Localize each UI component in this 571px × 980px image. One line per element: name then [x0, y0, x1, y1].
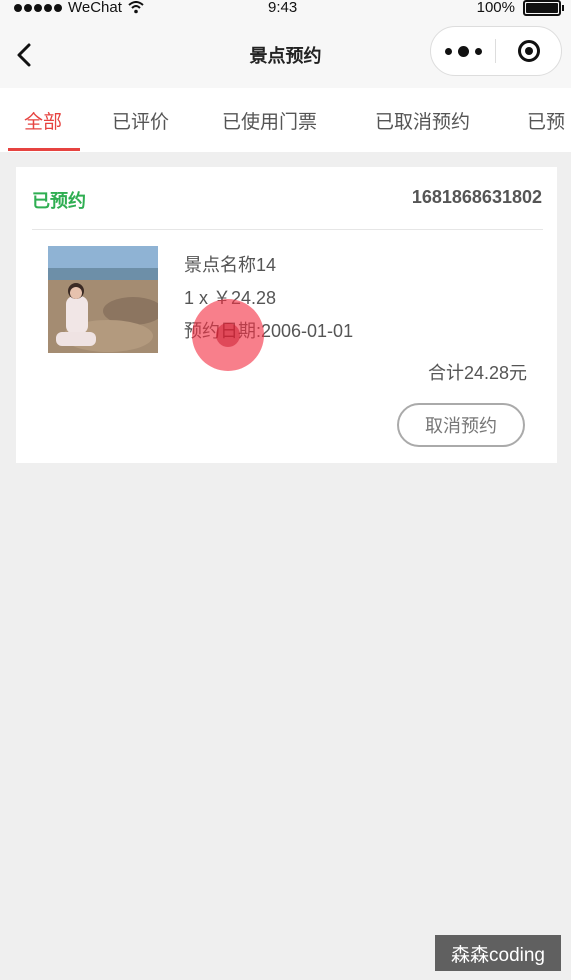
close-mini-program-button[interactable]: [496, 27, 561, 75]
card-divider: [32, 229, 543, 230]
tab-used-tickets[interactable]: 已使用门票: [222, 107, 317, 134]
order-tabs: 全部 已评价 已使用门票 已取消预约 已预: [0, 88, 571, 152]
spot-name: 景点名称14: [184, 255, 277, 275]
active-tab-indicator: [8, 148, 80, 151]
battery-icon: [523, 0, 564, 16]
scenic-spot-thumbnail: [48, 246, 158, 353]
more-dot-icon: [444, 47, 452, 55]
signal-carrier: WeChat: [14, 0, 144, 16]
watermark: 森森coding: [435, 935, 561, 971]
order-card[interactable]: 已预约 1681868631802 景点名称14 1 x ￥24.28 预约日期…: [16, 167, 557, 463]
carrier-label: WeChat: [68, 0, 122, 16]
more-button[interactable]: [431, 27, 495, 75]
battery-percent: 100%: [476, 0, 515, 16]
nav-bar: 景点预约: [0, 18, 571, 88]
order-status: 已预约: [32, 191, 86, 211]
touch-indicator: [192, 299, 264, 371]
wifi-icon: [128, 1, 144, 14]
target-icon: [517, 40, 540, 62]
cancel-booking-button[interactable]: 取消预约: [397, 403, 525, 447]
more-dot-icon: [457, 45, 469, 57]
more-dot-icon: [474, 47, 482, 55]
signal-icon: [14, 3, 62, 12]
tab-reviewed[interactable]: 已评价: [112, 107, 169, 134]
status-bar: WeChat 9:43 100%: [0, 0, 571, 18]
tab-cancelled[interactable]: 已取消预约: [375, 107, 470, 134]
tab-all[interactable]: 全部: [24, 107, 62, 134]
status-time: 9:43: [268, 0, 298, 16]
tab-booked[interactable]: 已预: [527, 107, 565, 134]
order-number: 1681868631802: [411, 187, 542, 207]
mini-program-capsule: [430, 26, 562, 76]
order-total: 合计24.28元: [427, 363, 527, 383]
